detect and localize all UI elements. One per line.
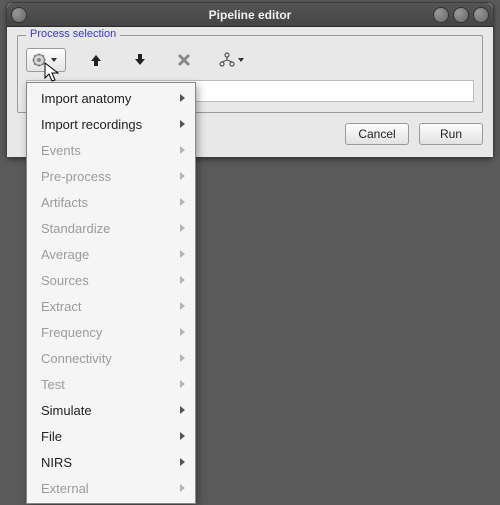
menu-item: Average — [27, 241, 195, 267]
menu-item: Events — [27, 137, 195, 163]
run-button[interactable]: Run — [419, 123, 483, 145]
arrow-down-icon — [133, 53, 147, 67]
maximize-icon[interactable] — [453, 7, 469, 23]
menu-item[interactable]: Import anatomy — [27, 85, 195, 111]
submenu-arrow-icon — [180, 120, 185, 128]
close-icon[interactable] — [473, 7, 489, 23]
menu-item-label: Events — [41, 143, 81, 158]
menu-item: External — [27, 475, 195, 501]
menu-item: Connectivity — [27, 345, 195, 371]
menu-item: Pre-process — [27, 163, 195, 189]
chevron-down-icon — [51, 58, 57, 62]
menu-item-label: Test — [41, 377, 65, 392]
desktop: Pipeline editor Process selection — [0, 0, 500, 505]
menu-item: Sources — [27, 267, 195, 293]
menu-item[interactable]: Simulate — [27, 397, 195, 423]
menu-item-label: Artifacts — [41, 195, 88, 210]
add-process-button[interactable] — [26, 48, 66, 72]
menu-item-label: Standardize — [41, 221, 110, 236]
menu-item[interactable]: Import recordings — [27, 111, 195, 137]
chevron-down-icon — [238, 58, 244, 62]
menu-item-label: Connectivity — [41, 351, 112, 366]
window-title: Pipeline editor — [209, 8, 292, 22]
fieldset-legend: Process selection — [26, 28, 120, 40]
menu-item-label: Simulate — [41, 403, 92, 418]
cancel-button[interactable]: Cancel — [345, 123, 409, 145]
menu-item-label: Sources — [41, 273, 89, 288]
submenu-arrow-icon — [180, 432, 185, 440]
menu-item: Frequency — [27, 319, 195, 345]
menu-item: Test — [27, 371, 195, 397]
submenu-arrow-icon — [180, 172, 185, 180]
move-down-button[interactable] — [126, 48, 154, 72]
tree-icon — [218, 52, 236, 68]
menu-item-label: Import anatomy — [41, 91, 131, 106]
toolbar — [26, 46, 474, 74]
submenu-arrow-icon — [180, 276, 185, 284]
menu-item: Standardize — [27, 215, 195, 241]
submenu-arrow-icon — [180, 458, 185, 466]
x-icon — [177, 53, 191, 67]
arrow-up-icon — [89, 53, 103, 67]
window-menu-icon[interactable] — [11, 7, 27, 23]
menu-item-label: NIRS — [41, 455, 72, 470]
submenu-arrow-icon — [180, 198, 185, 206]
submenu-arrow-icon — [180, 224, 185, 232]
submenu-arrow-icon — [180, 406, 185, 414]
menu-item-label: Frequency — [41, 325, 102, 340]
menu-item[interactable]: NIRS — [27, 449, 195, 475]
submenu-arrow-icon — [180, 302, 185, 310]
menu-item-label: Average — [41, 247, 89, 262]
submenu-arrow-icon — [180, 146, 185, 154]
process-menu: Import anatomy Import recordings Events Pre… — [26, 82, 196, 504]
minimize-icon[interactable] — [433, 7, 449, 23]
submenu-arrow-icon — [180, 250, 185, 258]
menu-item-label: Import recordings — [41, 117, 142, 132]
submenu-arrow-icon — [180, 94, 185, 102]
menu-item[interactable]: File — [27, 423, 195, 449]
pipeline-tree-button[interactable] — [214, 48, 248, 72]
menu-item-label: File — [41, 429, 62, 444]
submenu-arrow-icon — [180, 484, 185, 492]
menu-item-label: Pre-process — [41, 169, 111, 184]
move-up-button[interactable] — [82, 48, 110, 72]
menu-item-label: External — [41, 481, 89, 496]
submenu-arrow-icon — [180, 354, 185, 362]
delete-button[interactable] — [170, 48, 198, 72]
menu-item: Extract — [27, 293, 195, 319]
submenu-arrow-icon — [180, 328, 185, 336]
titlebar[interactable]: Pipeline editor — [7, 3, 493, 27]
gear-icon — [31, 52, 47, 68]
window-controls — [433, 7, 489, 23]
submenu-arrow-icon — [180, 380, 185, 388]
menu-item: Artifacts — [27, 189, 195, 215]
menu-item-label: Extract — [41, 299, 81, 314]
